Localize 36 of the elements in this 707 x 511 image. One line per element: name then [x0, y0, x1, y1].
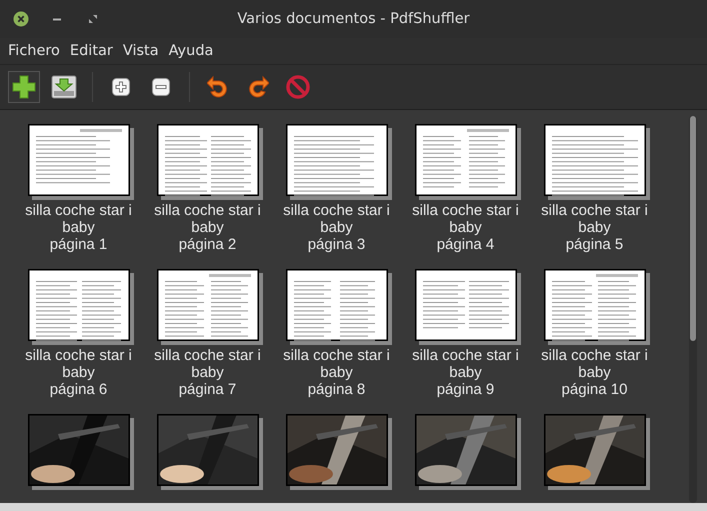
menu-item[interactable]: Vista — [118, 41, 164, 61]
page-thumbnail[interactable] — [28, 269, 130, 341]
menu-item[interactable]: Ayuda — [164, 41, 218, 61]
add-button[interactable] — [8, 71, 40, 103]
page-thumbnail[interactable] — [414, 269, 516, 341]
rotate-right-icon — [247, 75, 269, 99]
menu-item[interactable]: Fichero — [3, 41, 65, 61]
page-number: página 10 — [560, 381, 628, 398]
maximize-icon — [89, 15, 97, 23]
page-thumbnail[interactable] — [544, 269, 646, 341]
page-number: página 8 — [306, 381, 366, 398]
minus-icon — [152, 78, 170, 96]
page-number: página 9 — [436, 381, 496, 398]
plus-icon — [112, 78, 130, 96]
page-number: página 4 — [436, 236, 496, 253]
page-thumbnail[interactable] — [156, 269, 258, 341]
window-title: Varios documentos - PdfShuffler — [237, 11, 470, 27]
close-icon — [13, 11, 29, 27]
page-number: página 2 — [178, 236, 238, 253]
page-number: página 6 — [48, 381, 108, 398]
page-thumbnail[interactable] — [544, 124, 646, 196]
menu-item[interactable]: Editar — [64, 41, 118, 61]
page-thumbnail[interactable] — [414, 124, 516, 196]
page-thumbnail[interactable] — [28, 124, 130, 196]
scrollbar[interactable] — [689, 116, 697, 503]
no-entry-icon — [286, 75, 310, 99]
page-thumbnail[interactable] — [286, 269, 388, 341]
rotate-left-icon — [207, 75, 229, 99]
page-thumbnail[interactable] — [156, 124, 258, 196]
page-number: página 7 — [178, 381, 238, 398]
minimize-icon — [53, 18, 61, 20]
plus-icon — [12, 75, 36, 99]
page-number: página 5 — [564, 236, 624, 253]
page-number: página 3 — [306, 236, 366, 253]
page-number: página 1 — [48, 236, 108, 253]
page-thumbnail[interactable] — [286, 124, 388, 196]
